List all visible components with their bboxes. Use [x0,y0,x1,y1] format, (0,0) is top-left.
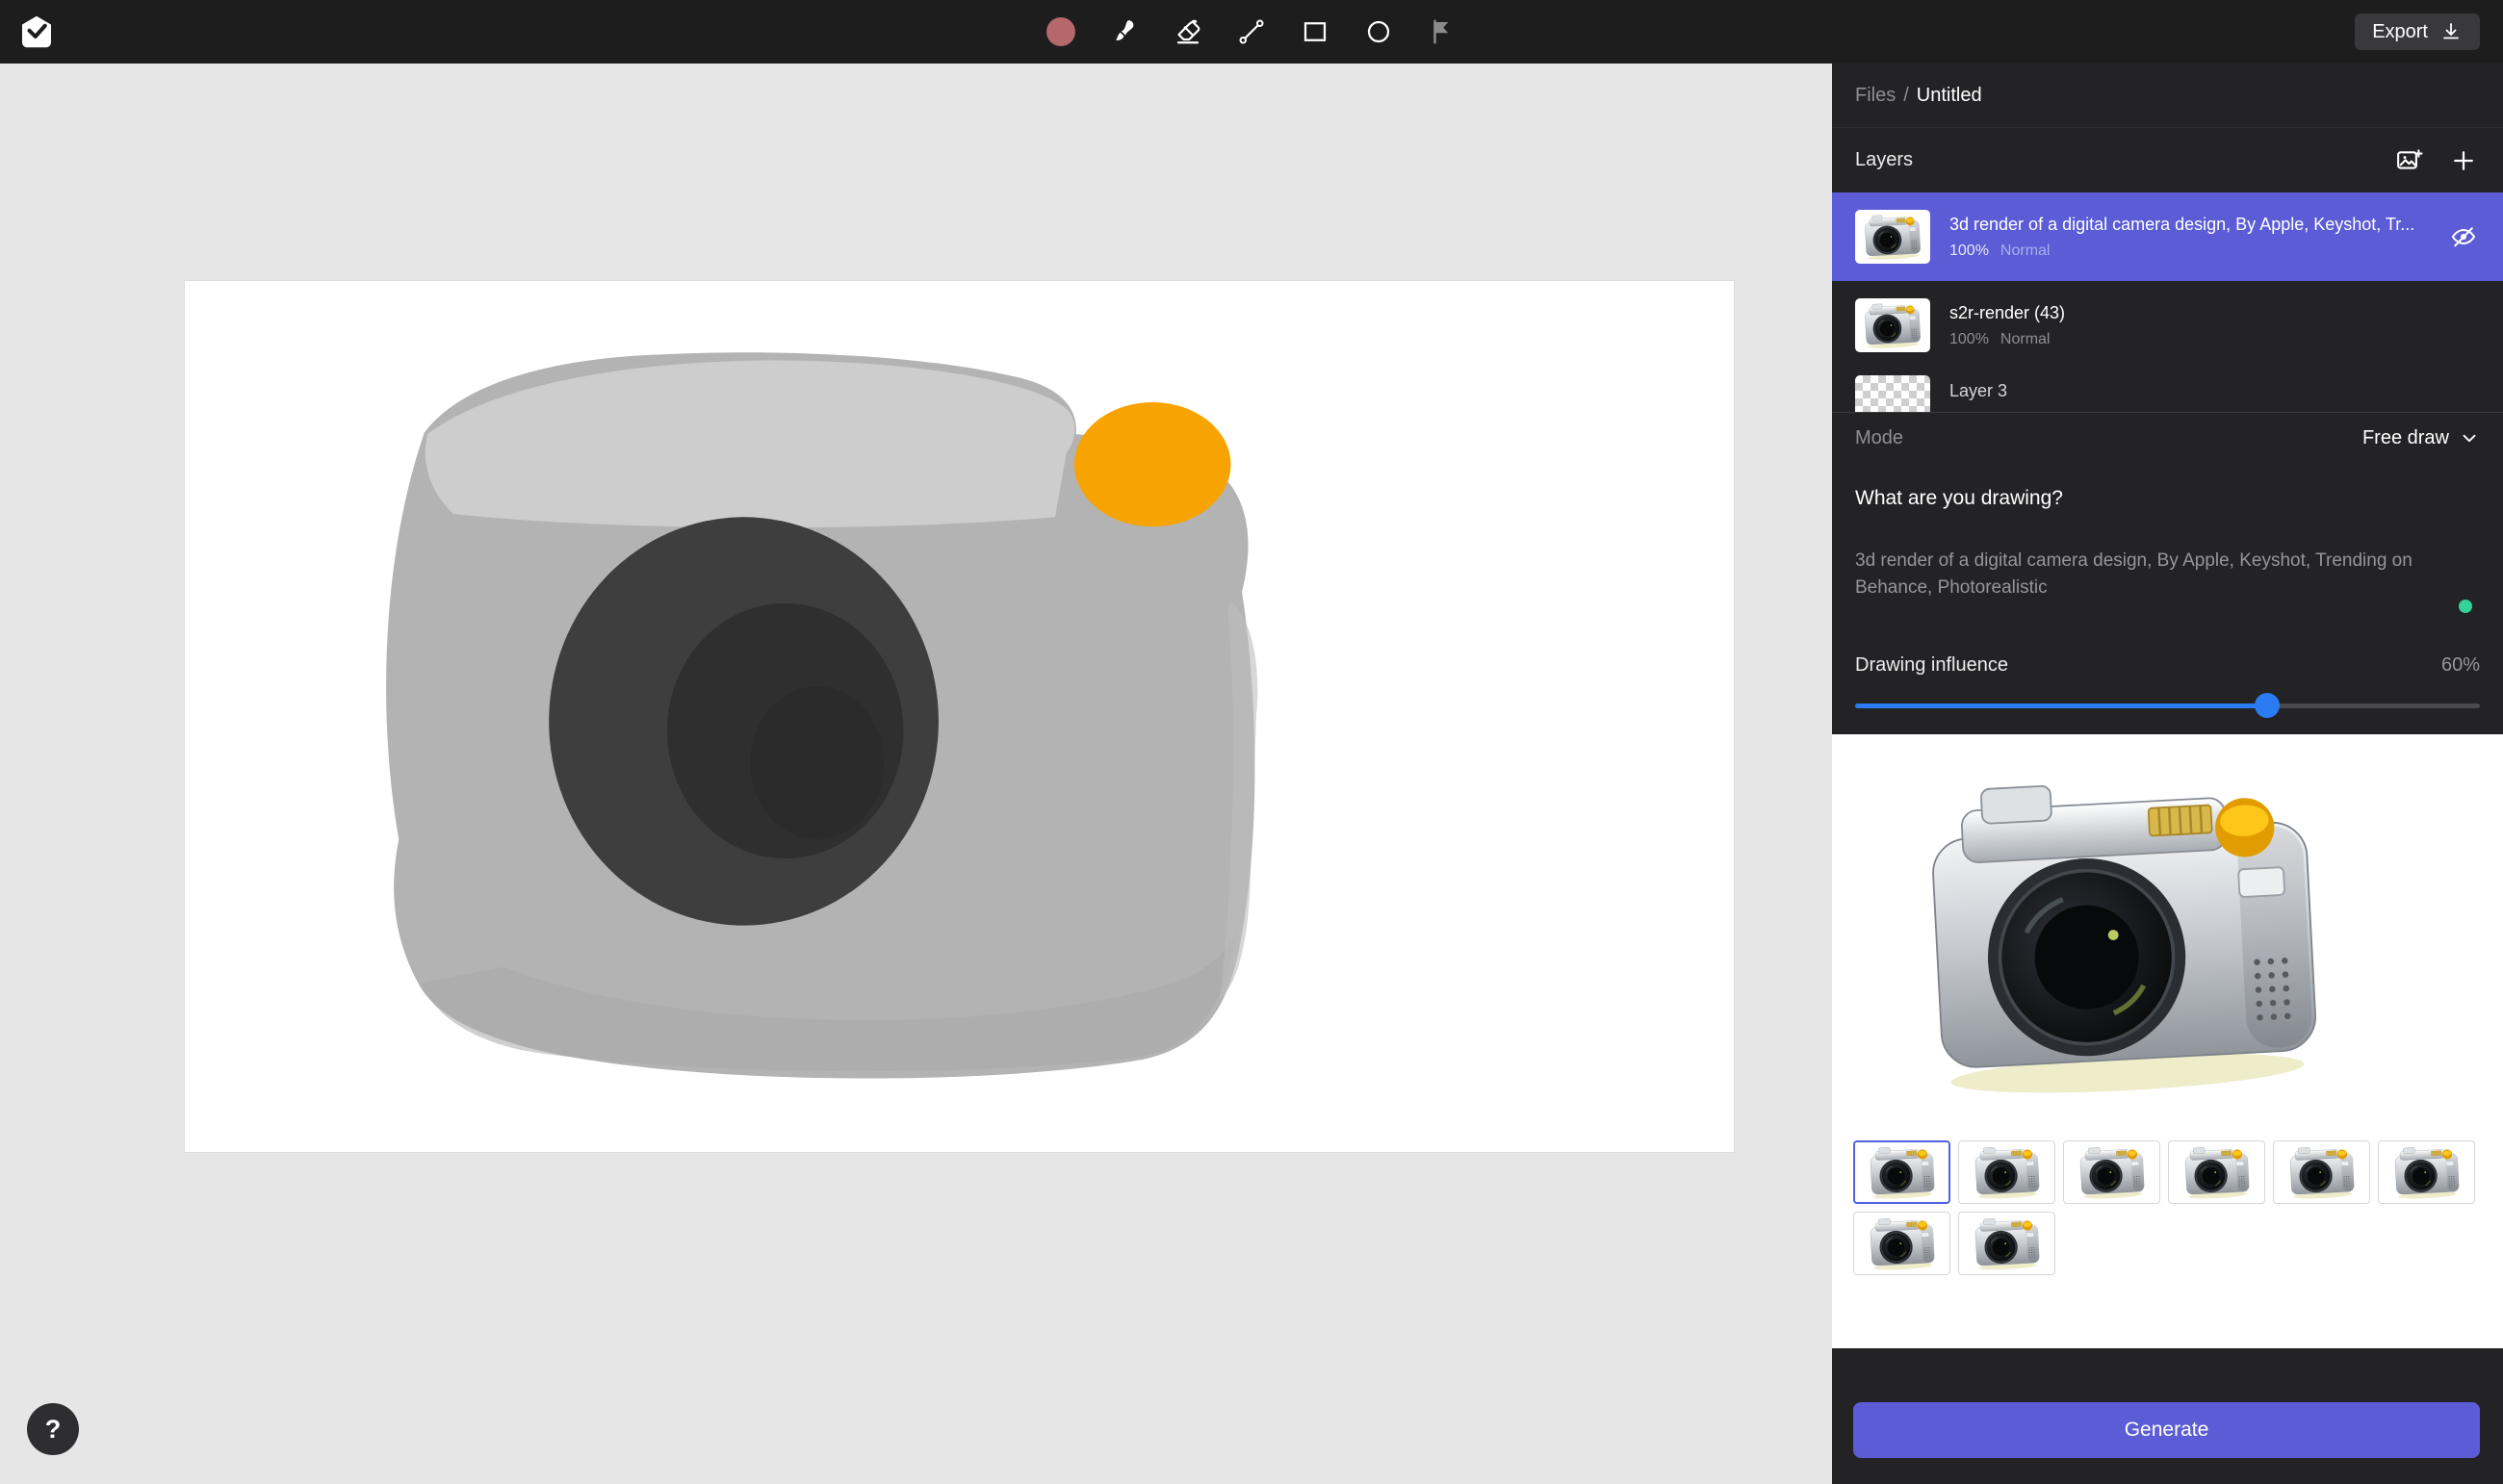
gallery-thumbnail[interactable] [2168,1140,2265,1204]
line-tool[interactable] [1234,14,1269,49]
workspace: ? [0,64,1832,1484]
gallery-thumbnail-selected[interactable] [1853,1140,1950,1204]
help-button[interactable]: ? [27,1403,79,1455]
gallery-thumbnail[interactable] [1958,1212,2055,1275]
layer-name: 3d render of a digital camera design, By… [1949,215,2431,235]
add-layer-button[interactable] [2447,144,2480,177]
gallery-thumbnail[interactable] [2378,1140,2475,1204]
breadcrumb: Files / Untitled [1832,64,2503,128]
layer-row-selected[interactable]: 3d render of a digital camera design, By… [1832,192,2503,281]
influence-slider[interactable] [1855,692,2480,719]
image-add-icon [2395,146,2424,175]
prompt-status-dot [2459,600,2472,613]
generation-gallery [1853,1140,2489,1275]
app-logo-icon[interactable] [17,13,56,51]
layers-title: Layers [1855,149,1913,171]
layer-opacity: 100% [1949,243,1989,260]
add-image-layer-button[interactable] [2393,144,2426,177]
layer-row-clipped[interactable]: Layer 3 [1832,370,2503,412]
layer-blend-mode: Normal [2000,331,2051,348]
right-sidebar: Files / Untitled Layers 3d render of a d… [1832,64,2503,1484]
generated-image-preview [1897,761,2350,1108]
mode-row: Mode Free draw [1832,412,2503,463]
layer-row[interactable]: s2r-render (43) 100% Normal [1832,281,2503,370]
brush-tool[interactable] [1107,14,1142,49]
layer-thumbnail [1855,298,1930,352]
layer-blend-mode: Normal [2000,243,2051,260]
flag-tool[interactable] [1425,14,1459,49]
slider-fill [1855,704,2267,708]
mode-label: Mode [1855,427,1903,449]
gallery-thumbnail[interactable] [2063,1140,2160,1204]
generate-section: Generate [1832,1348,2503,1484]
layers-header: Layers [1832,128,2503,192]
layer-thumbnail [1855,210,1930,264]
flag-icon [1428,17,1457,46]
line-icon [1237,17,1266,46]
generation-preview-panel [1832,734,2503,1348]
download-icon [2439,20,2463,43]
breadcrumb-current: Untitled [1917,85,1982,107]
brush-icon [1110,17,1139,46]
gallery-thumbnail[interactable] [2273,1140,2370,1204]
ellipse-icon [1364,17,1393,46]
breadcrumb-separator: / [1903,85,1909,107]
layer-name: Layer 3 [1949,381,2431,401]
layer-thumbnail-transparent [1855,375,1930,412]
eye-off-icon [2450,223,2477,250]
gallery-thumbnail[interactable] [1958,1140,2055,1204]
ellipse-tool[interactable] [1361,14,1396,49]
influence-value: 60% [2441,654,2480,677]
drawing-canvas[interactable] [185,281,1734,1152]
help-label: ? [45,1415,62,1445]
prompt-question: What are you drawing? [1855,487,2480,510]
layer-info: s2r-render (43) 100% Normal [1949,303,2480,348]
prompt-input[interactable]: 3d render of a digital camera design, By… [1855,548,2464,601]
canvas-sketch [185,281,1734,1152]
gallery-thumbnail[interactable] [1853,1212,1950,1275]
tool-bar [1044,0,1459,64]
chevron-down-icon [2459,427,2480,448]
slider-thumb[interactable] [2255,693,2280,718]
rectangle-icon [1301,17,1329,46]
layer-info: Layer 3 [1949,375,2480,401]
eraser-icon [1174,17,1202,46]
influence-row: Drawing influence 60% [1855,651,2480,679]
top-bar: Export [0,0,2503,64]
mode-value: Free draw [2362,427,2449,449]
export-button[interactable]: Export [2355,13,2480,50]
export-label: Export [2372,21,2428,43]
layer-info: 3d render of a digital camera design, By… [1949,215,2447,260]
plus-icon [2449,146,2478,175]
layer-opacity: 100% [1949,331,1989,348]
breadcrumb-files-link[interactable]: Files [1855,85,1896,107]
rectangle-tool[interactable] [1298,14,1332,49]
active-color-icon [1046,17,1075,46]
generate-button[interactable]: Generate [1853,1402,2480,1458]
eraser-tool[interactable] [1171,14,1205,49]
layer-name: s2r-render (43) [1949,303,2431,323]
mode-select[interactable]: Free draw [2362,427,2480,449]
layer-visibility-toggle[interactable] [2447,220,2480,253]
influence-label: Drawing influence [1855,654,2008,677]
color-swatch[interactable] [1044,14,1078,49]
